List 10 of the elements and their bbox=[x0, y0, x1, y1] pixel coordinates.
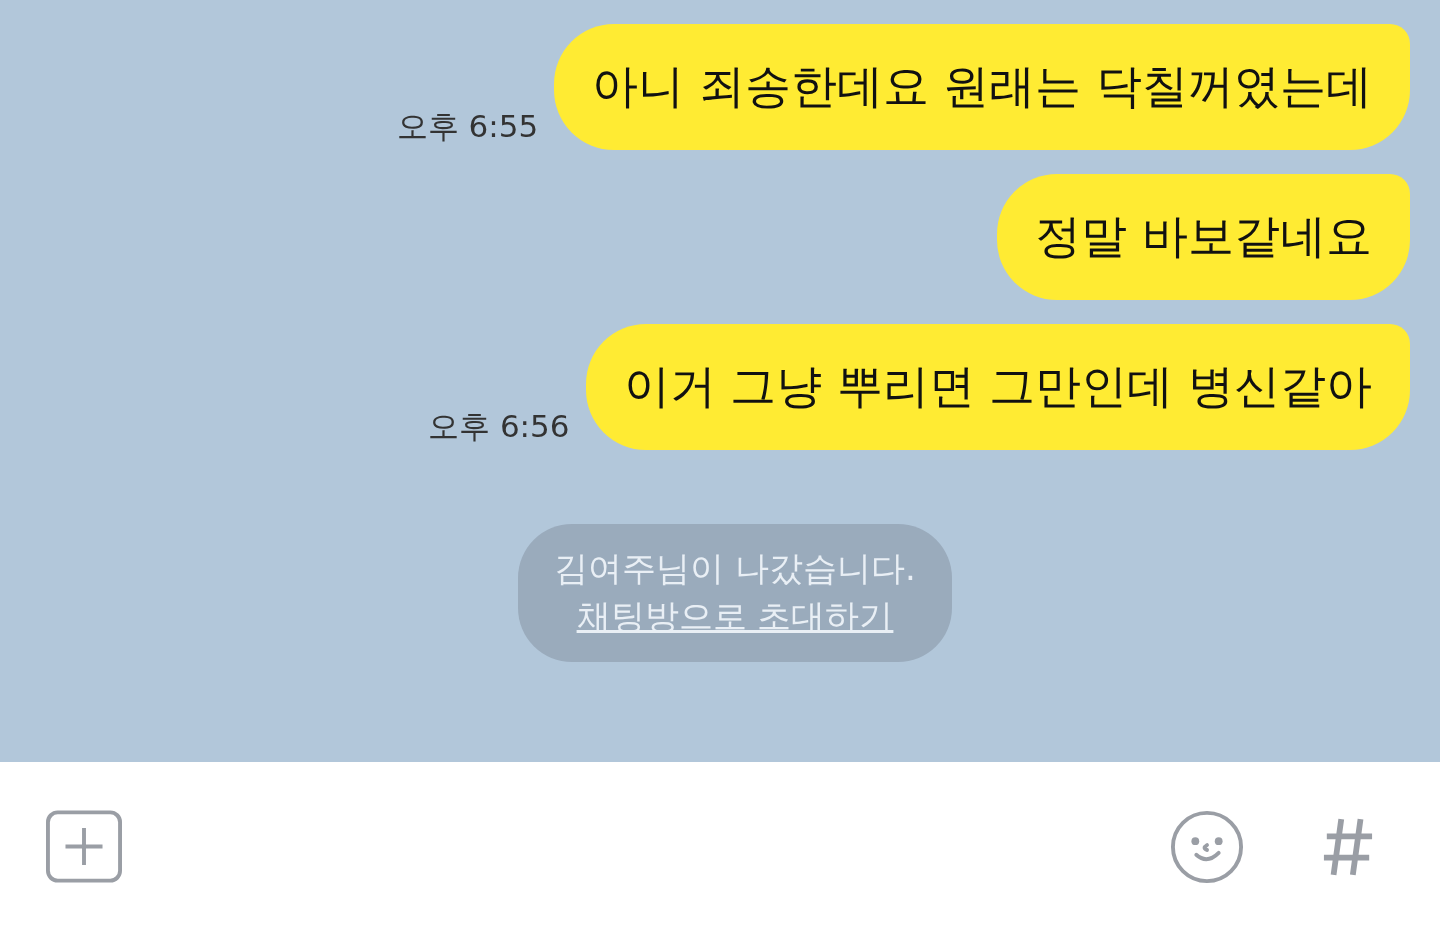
smiley-icon[interactable] bbox=[1170, 809, 1244, 884]
invite-link[interactable]: 채팅방으로 초대하기 bbox=[576, 594, 894, 640]
hashtag-icon[interactable] bbox=[1322, 816, 1374, 877]
message-time: 오후 6:55 bbox=[396, 107, 539, 146]
message-time: 오후 6:56 bbox=[428, 407, 570, 446]
notice-text: 김여주님이 나갔습니다. bbox=[554, 547, 916, 590]
message-bubble: 아니 죄송한데요 원래는 닥칠꺼였는데 bbox=[554, 24, 1410, 150]
message-bubble: 정말 바보같네요 bbox=[997, 174, 1410, 300]
message-bubble: 이거 그냥 뿌리면 그만인데 병신같아 bbox=[585, 324, 1410, 450]
add-icon[interactable] bbox=[46, 810, 122, 883]
